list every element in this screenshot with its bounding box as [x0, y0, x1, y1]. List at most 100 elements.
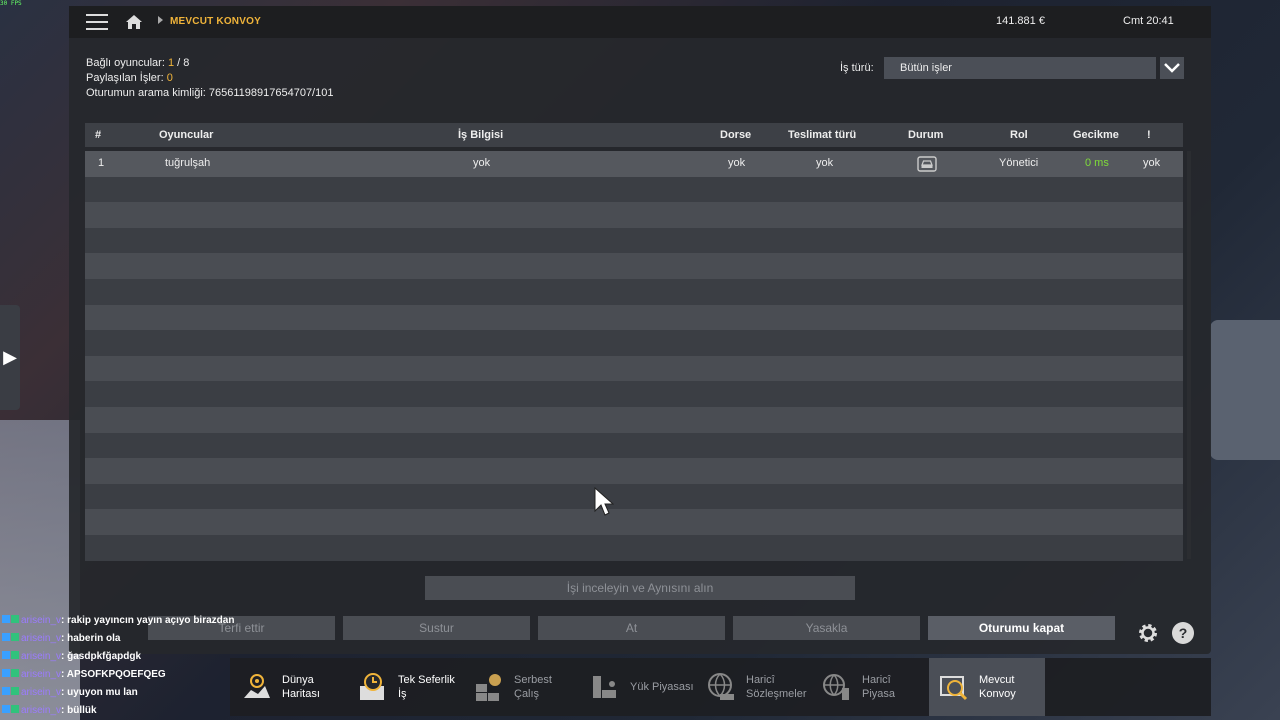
bottom-dock: Dünya Haritası Tek Seferlik İş Serbest Ç…: [230, 658, 1211, 716]
stream-chat-overlay: arisein_v: rakip yayıncın yayın açıyo bi…: [2, 612, 234, 720]
table-row-empty: [85, 330, 1183, 356]
table-row-empty: [85, 253, 1183, 279]
dock-label: Serbest Çalış: [514, 674, 552, 700]
dock-label: Yük Piyasası: [630, 681, 694, 693]
ban-button[interactable]: Yasakla: [733, 616, 920, 640]
inspect-job-button[interactable]: İşi inceleyin ve Aynısını alın: [425, 576, 855, 600]
row-num: 1: [98, 157, 105, 169]
badge-icon: [2, 651, 10, 659]
col-role[interactable]: Rol: [1010, 129, 1028, 141]
chat-message: arisein_v: uyuyon mu lan: [2, 684, 234, 702]
table-header: # Oyuncular İş Bilgisi Dorse Teslimat tü…: [85, 123, 1183, 147]
convoy-panel: MEVCUT KONVOY 141.881 € Cmt 20:41 Bağlı …: [69, 6, 1211, 654]
chat-message: arisein_v: haberin ola: [2, 630, 234, 648]
clock-job-icon: [360, 673, 384, 700]
dock-single-job[interactable]: Tek Seferlik İş: [358, 658, 455, 716]
background-truck: [1210, 320, 1280, 460]
help-icon[interactable]: ?: [1172, 622, 1194, 644]
connected-players: Bağlı oyuncular: 1 / 8: [86, 57, 190, 69]
col-trailer[interactable]: Dorse: [720, 129, 751, 141]
money-balance: 141.881 €: [996, 15, 1045, 27]
table-row-empty: [85, 381, 1183, 407]
table-row-empty: [85, 534, 1183, 561]
dock-freelance[interactable]: Serbest Çalış: [474, 658, 552, 716]
table-row-empty: [85, 304, 1183, 331]
gear-icon[interactable]: [1137, 622, 1159, 644]
badge-icon: [2, 633, 10, 641]
breadcrumb-arrow-icon: [158, 16, 163, 24]
badge-icon: [11, 687, 19, 695]
top-bar: MEVCUT KONVOY 141.881 € Cmt 20:41: [69, 6, 1211, 38]
menu-icon[interactable]: [86, 14, 108, 30]
table-row-empty: [85, 509, 1183, 535]
world-map-icon: [244, 674, 270, 698]
side-expand-tab[interactable]: ▶: [0, 305, 20, 410]
badge-icon: [11, 651, 19, 659]
row-player: tuğrulşah: [165, 157, 211, 169]
col-warning: !: [1147, 129, 1151, 141]
table-row-empty: [85, 483, 1183, 510]
badge-icon: [2, 669, 10, 677]
dock-external-contracts[interactable]: Haricî Sözleşmeler: [706, 658, 807, 716]
badge-icon: [11, 633, 19, 641]
dock-label: Haricî Piyasa: [862, 674, 896, 700]
row-latency: 0 ms: [1085, 157, 1109, 169]
badge-icon: [11, 615, 19, 623]
row-job: yok: [473, 157, 491, 169]
contracts-globe-icon: [708, 673, 734, 700]
row-warning: yok: [1143, 157, 1161, 169]
table-row-empty: [85, 406, 1183, 433]
dock-label: Haricî Sözleşmeler: [746, 674, 807, 700]
badge-icon: [2, 615, 10, 623]
close-session-button[interactable]: Oturumu kapat: [928, 616, 1115, 640]
table-row-empty: [85, 202, 1183, 228]
job-type-dropdown-button[interactable]: [1160, 57, 1184, 79]
convoy-icon: [940, 676, 968, 701]
table-row-empty: [85, 355, 1183, 382]
game-clock: Cmt 20:41: [1123, 15, 1174, 27]
chat-message: arisein_v: ğasdpkfğapdgk: [2, 648, 234, 666]
job-type-label: İş türü:: [840, 62, 874, 74]
car-icon: [917, 156, 937, 175]
shared-jobs: Paylaşılan İşler: 0: [86, 72, 173, 84]
chat-message: arisein_v: büllük: [2, 702, 234, 720]
dock-label: Tek Seferlik İş: [398, 674, 455, 700]
kick-button[interactable]: At: [538, 616, 725, 640]
home-icon[interactable]: [125, 13, 143, 31]
chevron-down-icon: [1164, 63, 1180, 73]
table-row-empty: [85, 278, 1183, 305]
row-trailer: yok: [728, 157, 746, 169]
row-delivery: yok: [816, 157, 834, 169]
chat-message: arisein_v: rakip yayıncın yayın açıyo bi…: [2, 612, 234, 630]
table-row-empty: [85, 432, 1183, 459]
col-delivery[interactable]: Teslimat türü: [788, 129, 856, 141]
session-info: Bağlı oyuncular: 1 / 8 Paylaşılan İşler:…: [86, 56, 333, 101]
dock-label: Dünya Haritası: [282, 674, 320, 700]
dock-current-convoy[interactable]: Mevcut Konvoy: [929, 658, 1045, 716]
freelance-icon: [476, 674, 501, 701]
players-table: # Oyuncular İş Bilgisi Dorse Teslimat tü…: [85, 123, 1191, 561]
table-row[interactable]: 1 tuğrulşah yok yok yok Yönetici 0 ms yo…: [85, 151, 1183, 177]
breadcrumb: MEVCUT KONVOY: [170, 16, 261, 27]
table-scrollbar[interactable]: [1187, 151, 1191, 559]
col-num: #: [95, 129, 102, 141]
job-type-select[interactable]: Bütün işler: [884, 57, 1156, 79]
table-row-empty: [85, 458, 1183, 484]
dock-world-map[interactable]: Dünya Haritası: [242, 658, 320, 716]
badge-icon: [2, 687, 10, 695]
table-row-empty: [85, 227, 1183, 254]
dock-external-market[interactable]: Haricî Piyasa: [822, 658, 895, 716]
col-status[interactable]: Durum: [908, 129, 943, 141]
table-body: 1 tuğrulşah yok yok yok Yönetici 0 ms yo…: [85, 151, 1183, 561]
mute-button[interactable]: Sustur: [343, 616, 530, 640]
col-latency[interactable]: Gecikme: [1073, 129, 1119, 141]
cargo-market-icon: [593, 676, 616, 698]
dock-cargo-market[interactable]: Yük Piyasası: [590, 658, 694, 716]
market-globe-icon: [823, 674, 849, 700]
mouse-cursor-icon: [594, 487, 614, 516]
col-players[interactable]: Oyuncular: [159, 129, 213, 141]
col-job[interactable]: İş Bilgisi: [458, 129, 503, 141]
session-search-id: Oturumun arama kimliği: 7656119891765470…: [86, 87, 334, 99]
chevron-right-icon: ▶: [3, 347, 17, 367]
dock-label: Mevcut Konvoy: [979, 674, 1016, 700]
